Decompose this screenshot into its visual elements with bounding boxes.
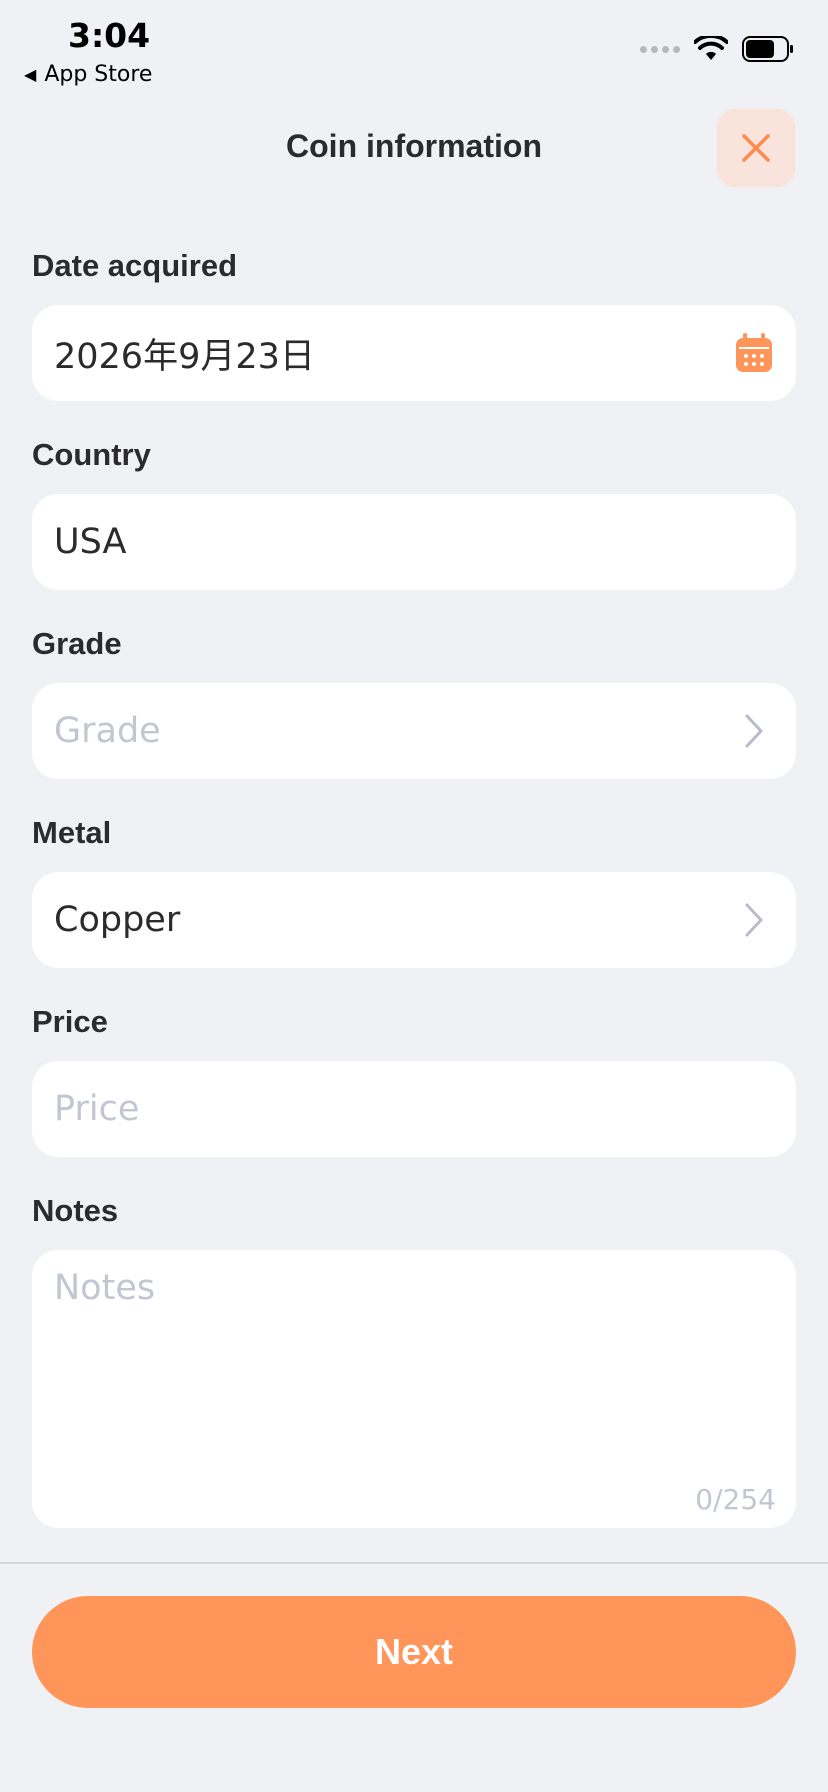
cellular-signal-icon (640, 45, 680, 53)
date-acquired-field[interactable]: 2026年9月23日 (32, 305, 796, 401)
grade-label: Grade (32, 626, 122, 661)
chevron-right-icon (734, 900, 774, 940)
metal-field[interactable]: Copper (32, 872, 796, 968)
close-icon (742, 134, 770, 162)
country-field[interactable]: USA (32, 494, 796, 590)
chevron-right-icon (734, 711, 774, 751)
calendar-icon[interactable] (734, 333, 774, 373)
metal-label: Metal (32, 815, 112, 850)
close-button[interactable] (717, 109, 795, 187)
footer-divider (0, 1562, 828, 1564)
price-input[interactable]: Price (32, 1061, 796, 1157)
battery-icon (742, 36, 793, 62)
page-title: Coin information (286, 128, 542, 164)
price-label: Price (32, 1004, 108, 1039)
country-label: Country (32, 437, 151, 472)
metal-value: Copper (54, 900, 181, 940)
date-acquired-value: 2026年9月23日 (54, 336, 315, 377)
grade-field[interactable]: Grade (32, 683, 796, 779)
notes-textarea[interactable]: Notes 0/254 (32, 1250, 796, 1528)
next-button[interactable]: Next (32, 1596, 796, 1708)
back-triangle-icon: ◀ (24, 65, 37, 84)
status-time: 3:04 (68, 16, 151, 55)
date-acquired-label: Date acquired (32, 248, 238, 283)
coin-information-screen: 3:04 ◀ App Store Coin information Date a… (0, 0, 828, 1792)
back-app-label: App Store (44, 62, 153, 87)
notes-label: Notes (32, 1193, 119, 1228)
status-indicators (640, 36, 794, 62)
notes-character-counter: 0/254 (695, 1483, 776, 1516)
back-to-app-store-link[interactable]: ◀ App Store (24, 62, 152, 87)
grade-placeholder: Grade (54, 711, 161, 751)
country-value: USA (54, 522, 127, 562)
wifi-icon (694, 36, 728, 60)
price-placeholder: Price (54, 1089, 140, 1129)
notes-placeholder: Notes (54, 1268, 156, 1308)
